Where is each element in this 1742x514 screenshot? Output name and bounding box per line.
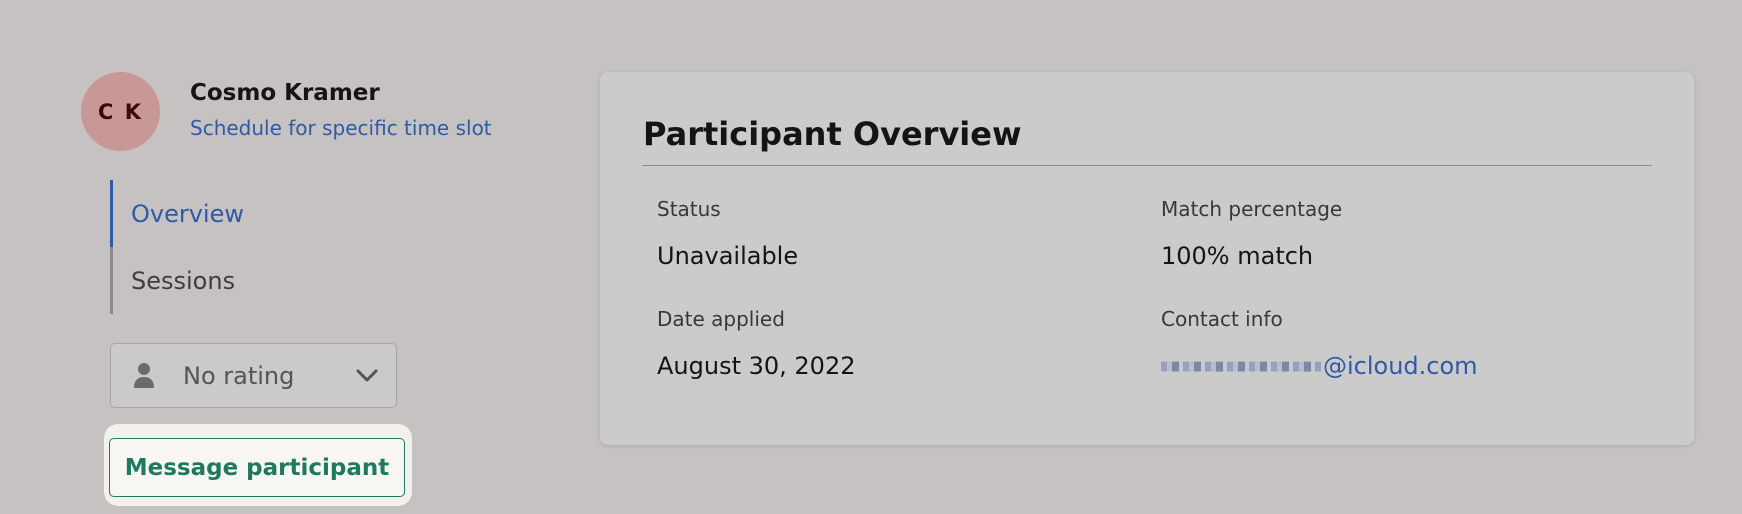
avatar-initials: C K	[98, 99, 143, 124]
person-icon	[133, 362, 155, 389]
contact-email-domain: @icloud.com	[1323, 352, 1478, 380]
message-participant-button[interactable]: Message participant	[109, 438, 405, 497]
divider	[642, 165, 1652, 166]
date-applied-value: August 30, 2022	[657, 352, 856, 380]
chevron-down-icon	[356, 369, 378, 383]
status-value: Unavailable	[657, 242, 799, 270]
rating-selected-value: No rating	[183, 361, 295, 390]
match-percentage-label: Match percentage	[1161, 197, 1343, 221]
participant-name: Cosmo Kramer	[190, 80, 380, 106]
status-label: Status	[657, 197, 721, 221]
schedule-time-slot-link[interactable]: Schedule for specific time slot	[190, 116, 492, 140]
nav-item-overview[interactable]: Overview	[110, 180, 410, 247]
contact-email-link[interactable]: @icloud.com	[1161, 352, 1478, 380]
side-nav: Overview Sessions	[110, 180, 410, 314]
redacted-email-local-part	[1161, 361, 1321, 372]
match-percentage-value: 100% match	[1161, 242, 1314, 270]
avatar: C K	[81, 72, 160, 151]
rating-dropdown[interactable]: No rating	[110, 343, 397, 408]
card-title: Participant Overview	[643, 115, 1022, 153]
date-applied-label: Date applied	[657, 307, 785, 331]
nav-item-label: Overview	[131, 199, 244, 228]
nav-item-label: Sessions	[131, 266, 236, 295]
contact-info-label: Contact info	[1161, 307, 1283, 331]
participant-overview-card: Participant Overview Status Unavailable …	[600, 72, 1694, 445]
nav-item-sessions[interactable]: Sessions	[110, 247, 410, 314]
